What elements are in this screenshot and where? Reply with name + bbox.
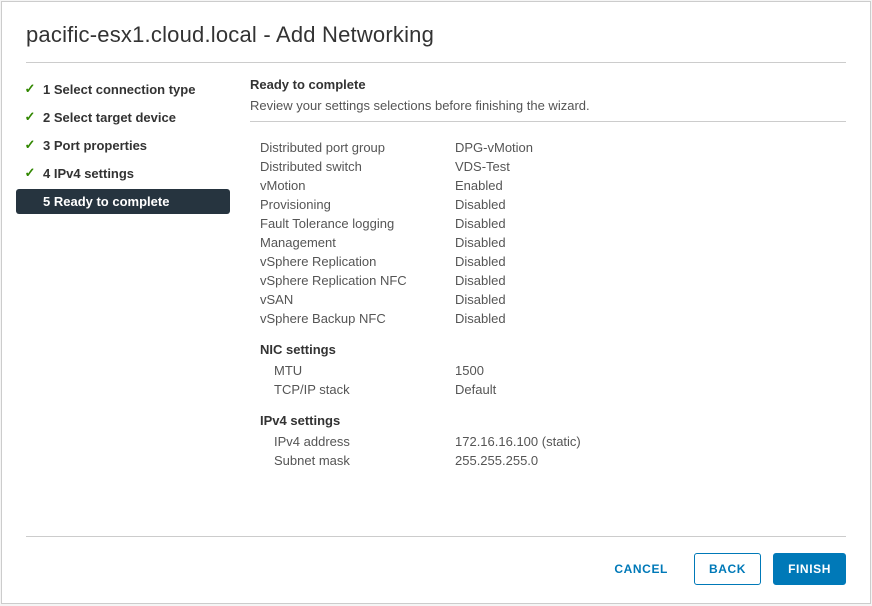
wizard-step-connection-type[interactable]: ✓ 1 Select connection type: [16, 77, 230, 102]
dialog-content: ✓ 1 Select connection type ✓ 2 Select ta…: [2, 63, 870, 536]
summary-value: Enabled: [455, 178, 846, 193]
summary-row: MTU1500: [250, 361, 846, 380]
wizard-step-label: 1 Select connection type: [43, 82, 195, 97]
summary-key: vSphere Replication: [250, 254, 455, 269]
check-icon: ✓: [22, 165, 38, 181]
summary-value: DPG-vMotion: [455, 140, 846, 155]
summary-value: Default: [455, 382, 846, 397]
summary-row: vSphere ReplicationDisabled: [250, 252, 846, 271]
summary-value: Disabled: [455, 254, 846, 269]
summary-key: TCP/IP stack: [250, 382, 455, 397]
dialog-header: pacific-esx1.cloud.local - Add Networkin…: [2, 2, 870, 62]
summary-nic-group: NIC settings MTU1500 TCP/IP stackDefault: [250, 342, 846, 399]
summary-key: Distributed switch: [250, 159, 455, 174]
summary-row: Fault Tolerance loggingDisabled: [250, 214, 846, 233]
summary-ipv4-group: IPv4 settings IPv4 address172.16.16.100 …: [250, 413, 846, 470]
wizard-step-label: 5 Ready to complete: [43, 194, 169, 209]
summary-row: Distributed switchVDS-Test: [250, 157, 846, 176]
summary-key: Management: [250, 235, 455, 250]
check-icon: ✓: [22, 137, 38, 153]
summary-row: Distributed port groupDPG-vMotion: [250, 138, 846, 157]
summary-row: Subnet mask255.255.255.0: [250, 451, 846, 470]
summary-row: ProvisioningDisabled: [250, 195, 846, 214]
summary-key: Provisioning: [250, 197, 455, 212]
summary-row: TCP/IP stackDefault: [250, 380, 846, 399]
summary-row: vSphere Replication NFCDisabled: [250, 271, 846, 290]
summary-key: vSphere Backup NFC: [250, 311, 455, 326]
summary-divider: [250, 121, 846, 122]
summary-row: IPv4 address172.16.16.100 (static): [250, 432, 846, 451]
summary-value: Disabled: [455, 197, 846, 212]
summary-row: vSphere Backup NFCDisabled: [250, 309, 846, 328]
wizard-step-port-properties[interactable]: ✓ 3 Port properties: [16, 133, 230, 158]
summary-value: 255.255.255.0: [455, 453, 846, 468]
summary-panel: Ready to complete Review your settings s…: [236, 77, 860, 536]
summary-value: VDS-Test: [455, 159, 846, 174]
summary-group-title: NIC settings: [250, 342, 846, 357]
summary-key: Distributed port group: [250, 140, 455, 155]
summary-row: vMotionEnabled: [250, 176, 846, 195]
finish-button[interactable]: FINISH: [773, 553, 846, 585]
check-icon: ✓: [22, 109, 38, 125]
wizard-step-label: 3 Port properties: [43, 138, 147, 153]
summary-key: IPv4 address: [250, 434, 455, 449]
cancel-button[interactable]: CANCEL: [600, 553, 682, 585]
summary-value: Disabled: [455, 235, 846, 250]
summary-group-title: IPv4 settings: [250, 413, 846, 428]
summary-value: Disabled: [455, 292, 846, 307]
summary-value: Disabled: [455, 311, 846, 326]
summary-key: Fault Tolerance logging: [250, 216, 455, 231]
summary-key: vSphere Replication NFC: [250, 273, 455, 288]
summary-value: Disabled: [455, 216, 846, 231]
wizard-step-target-device[interactable]: ✓ 2 Select target device: [16, 105, 230, 130]
summary-key: MTU: [250, 363, 455, 378]
summary-row: ManagementDisabled: [250, 233, 846, 252]
dialog-title: pacific-esx1.cloud.local - Add Networkin…: [26, 22, 846, 48]
summary-value: 1500: [455, 363, 846, 378]
wizard-step-ready-to-complete[interactable]: ✓ 5 Ready to complete: [16, 189, 230, 214]
summary-value: 172.16.16.100 (static): [455, 434, 846, 449]
summary-general-group: Distributed port groupDPG-vMotion Distri…: [250, 138, 846, 328]
check-icon: ✓: [22, 81, 38, 97]
summary-row: vSANDisabled: [250, 290, 846, 309]
summary-title: Ready to complete: [250, 77, 846, 92]
summary-key: vMotion: [250, 178, 455, 193]
summary-subtitle: Review your settings selections before f…: [250, 98, 846, 113]
summary-value: Disabled: [455, 273, 846, 288]
back-button[interactable]: BACK: [694, 553, 761, 585]
summary-key: vSAN: [250, 292, 455, 307]
summary-key: Subnet mask: [250, 453, 455, 468]
wizard-step-ipv4-settings[interactable]: ✓ 4 IPv4 settings: [16, 161, 230, 186]
wizard-step-label: 4 IPv4 settings: [43, 166, 134, 181]
wizard-steps: ✓ 1 Select connection type ✓ 2 Select ta…: [16, 77, 236, 536]
wizard-dialog: pacific-esx1.cloud.local - Add Networkin…: [1, 1, 871, 604]
wizard-step-label: 2 Select target device: [43, 110, 176, 125]
dialog-footer: CANCEL BACK FINISH: [26, 536, 846, 603]
